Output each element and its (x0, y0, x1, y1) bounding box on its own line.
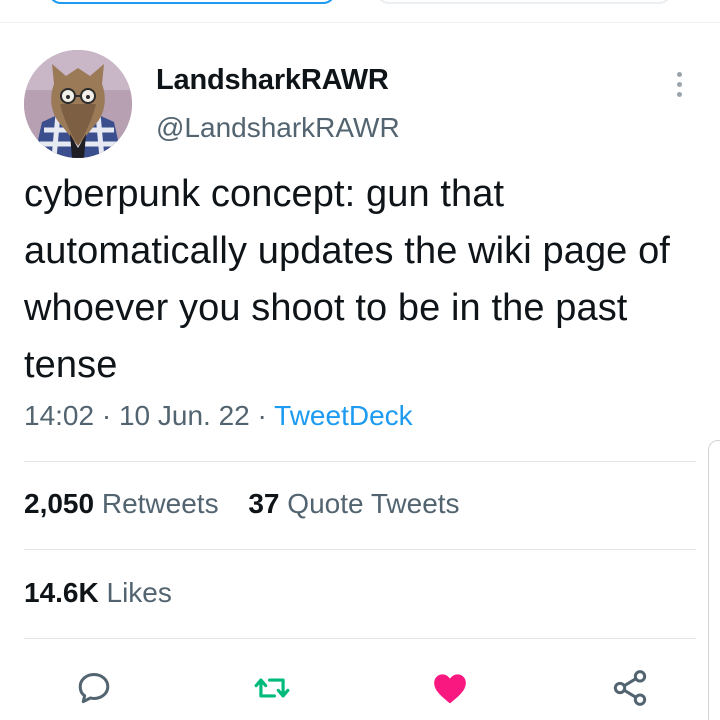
likes-label: Likes (106, 577, 172, 608)
quote-tweets-stat[interactable]: 37 Quote Tweets (248, 488, 459, 519)
retweet-icon (254, 678, 290, 698)
user-handle[interactable]: @LandsharkRAWR (156, 112, 400, 144)
likes-stat[interactable]: 14.6K Likes (24, 577, 172, 608)
meta-separator: · (101, 400, 112, 431)
heart-icon (434, 674, 466, 704)
likes-stats-row: 14.6K Likes (24, 577, 194, 609)
divider (24, 549, 696, 550)
more-options-button[interactable] (664, 62, 694, 106)
tweet-time[interactable]: 14:02 (24, 400, 94, 431)
divider (0, 22, 720, 23)
avatar-image (24, 50, 132, 158)
tweet-detail-screen: LandsharkRAWR @LandsharkRAWR cyberpunk c… (0, 0, 720, 720)
share-button[interactable] (606, 664, 654, 712)
tweet-timestamp-row: 14:02 · 10 Jun. 22 · TweetDeck (24, 400, 413, 432)
quote-tweets-label: Quote Tweets (287, 488, 460, 519)
tweet-date[interactable]: 10 Jun. 22 (119, 400, 250, 431)
engagement-stats-row: 2,050 Retweets 37 Quote Tweets (24, 488, 482, 520)
top-tab-button[interactable] (48, 0, 336, 4)
side-panel-edge (708, 440, 720, 720)
more-dot-icon (676, 91, 682, 97)
retweet-button[interactable] (248, 664, 296, 712)
reply-button[interactable] (70, 664, 118, 712)
retweets-stat[interactable]: 2,050 Retweets (24, 488, 219, 519)
retweets-label: Retweets (101, 488, 219, 519)
meta-separator: · (257, 400, 267, 431)
more-dot-icon (676, 71, 682, 77)
more-dot-icon (676, 81, 682, 87)
tweet-text: cyberpunk concept: gun that automaticall… (24, 173, 670, 386)
reply-icon (78, 673, 110, 704)
tweet-source-link[interactable]: TweetDeck (274, 400, 413, 431)
divider (24, 638, 696, 639)
retweets-count: 2,050 (24, 488, 95, 519)
avatar[interactable] (24, 50, 132, 158)
top-tab-button-secondary[interactable] (376, 0, 672, 4)
display-name[interactable]: LandsharkRAWR (156, 64, 389, 97)
like-button[interactable] (426, 664, 474, 712)
quote-tweets-count: 37 (248, 488, 280, 519)
likes-count: 14.6K (24, 577, 99, 608)
divider (24, 461, 696, 462)
share-icon (613, 670, 647, 706)
